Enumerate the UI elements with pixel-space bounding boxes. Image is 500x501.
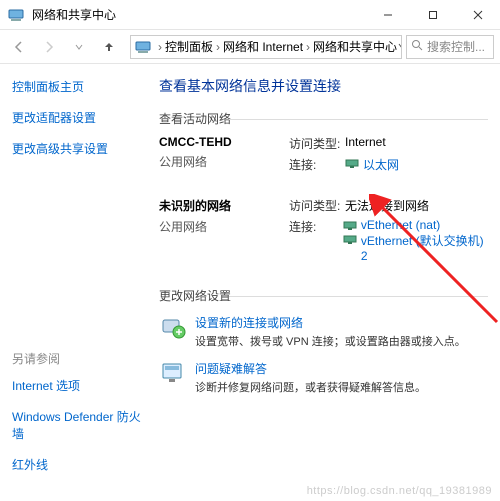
network-name: 未识别的网络 — [159, 197, 289, 214]
seealso-infrared[interactable]: 红外线 — [12, 456, 143, 473]
chevron-right-icon: › — [158, 40, 162, 54]
ethernet-icon — [343, 220, 357, 230]
content-body: 控制面板主页 更改适配器设置 更改高级共享设置 另请参阅 Internet 选项… — [0, 64, 500, 501]
network-name: CMCC-TEHD — [159, 135, 289, 149]
access-type-value: Internet — [345, 135, 386, 152]
sidebar-item-home[interactable]: 控制面板主页 — [12, 78, 143, 95]
connection-link[interactable]: vEthernet (nat) — [361, 218, 440, 232]
sidebar-item-sharing[interactable]: 更改高级共享设置 — [12, 140, 143, 157]
address-bar: › 控制面板 › 网络和 Internet › 网络和共享中心 搜索控制... — [0, 30, 500, 64]
connection-link[interactable]: 以太网 — [363, 156, 399, 173]
seealso-label: 另请参阅 — [12, 350, 143, 367]
network-block: CMCC-TEHD 公用网络 访问类型: Internet 连接: 以太网 — [159, 135, 488, 177]
search-input[interactable]: 搜索控制... — [406, 35, 494, 59]
chevron-right-icon: › — [216, 40, 220, 54]
breadcrumb-icon — [135, 39, 151, 55]
window-controls — [365, 0, 500, 30]
app-icon — [8, 7, 24, 23]
back-button[interactable] — [6, 34, 32, 60]
breadcrumb[interactable]: › 控制面板 › 网络和 Internet › 网络和共享中心 — [130, 35, 402, 59]
ethernet-icon — [343, 234, 357, 244]
change-item-troubleshoot: 问题疑难解答 诊断并修复网络问题，或者获得疑难解答信息。 — [159, 360, 488, 396]
breadcrumb-item[interactable]: 网络和 Internet — [223, 38, 303, 55]
chevron-right-icon: › — [306, 40, 310, 54]
breadcrumb-item[interactable]: 控制面板 — [165, 38, 213, 55]
breadcrumb-item[interactable]: 网络和共享中心 — [313, 38, 397, 55]
watermark: https://blog.csdn.net/qq_19381989 — [307, 485, 492, 497]
active-networks-label: 查看活动网络 — [159, 110, 488, 127]
connection-link[interactable]: vEthernet (默认交换机) 2 — [361, 232, 488, 263]
change-item-new-connection: 设置新的连接或网络 设置宽带、拨号或 VPN 连接；或设置路由器或接入点。 — [159, 314, 488, 350]
page-heading: 查看基本网络信息并设置连接 — [159, 76, 488, 96]
network-type: 公用网络 — [159, 153, 289, 170]
search-icon — [411, 39, 423, 54]
maximize-button[interactable] — [410, 0, 455, 30]
forward-button[interactable] — [36, 34, 62, 60]
troubleshoot-icon — [159, 360, 187, 388]
ethernet-icon — [345, 158, 359, 168]
minimize-button[interactable] — [365, 0, 410, 30]
sidebar-item-adapter[interactable]: 更改适配器设置 — [12, 109, 143, 126]
seealso-defender-firewall[interactable]: Windows Defender 防火墙 — [12, 408, 143, 442]
window-title: 网络和共享中心 — [32, 6, 365, 23]
connection-label: 连接: — [289, 156, 345, 173]
window-titlebar: 网络和共享中心 — [0, 0, 500, 30]
change-item-desc: 诊断并修复网络问题，或者获得疑难解答信息。 — [195, 381, 426, 396]
access-type-label: 访问类型: — [289, 197, 345, 214]
sidebar: 控制面板主页 更改适配器设置 更改高级共享设置 另请参阅 Internet 选项… — [0, 64, 155, 501]
search-placeholder: 搜索控制... — [427, 38, 485, 55]
up-button[interactable] — [96, 34, 122, 60]
network-block: 未识别的网络 公用网络 访问类型: 无法连接到网络 连接: vEthernet … — [159, 197, 488, 267]
connection-label: 连接: — [289, 218, 343, 263]
change-item-link[interactable]: 设置新的连接或网络 — [195, 316, 303, 330]
close-button[interactable] — [455, 0, 500, 30]
access-type-value: 无法连接到网络 — [345, 197, 429, 214]
change-settings-label: 更改网络设置 — [159, 287, 488, 304]
recent-dropdown[interactable] — [66, 34, 92, 60]
access-type-label: 访问类型: — [289, 135, 345, 152]
seealso-internet-options[interactable]: Internet 选项 — [12, 377, 143, 394]
new-connection-icon — [159, 314, 187, 342]
chevron-down-icon[interactable] — [397, 40, 402, 54]
change-item-link[interactable]: 问题疑难解答 — [195, 362, 267, 376]
change-item-desc: 设置宽带、拨号或 VPN 连接；或设置路由器或接入点。 — [195, 335, 466, 350]
main-panel: 查看基本网络信息并设置连接 查看活动网络 CMCC-TEHD 公用网络 访问类型… — [155, 64, 500, 501]
network-type: 公用网络 — [159, 218, 289, 235]
